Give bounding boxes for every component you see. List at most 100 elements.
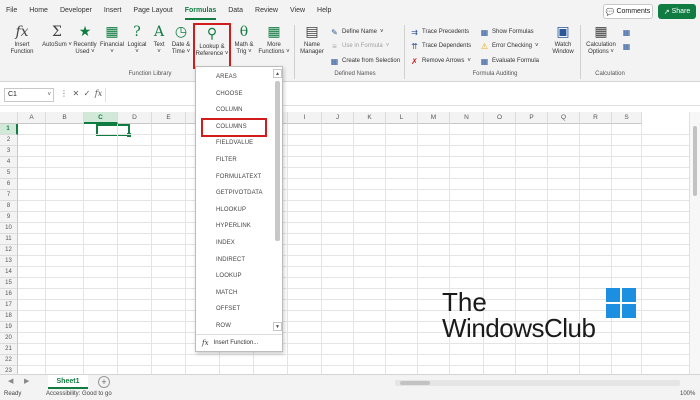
column-header[interactable]: S	[612, 112, 642, 124]
scrollbar-thumb[interactable]	[693, 126, 697, 196]
date-time-button[interactable]: ◷ Date & Time ˅	[170, 24, 192, 56]
logical-button[interactable]: ? Logical ˅	[126, 24, 148, 56]
row-header[interactable]: 18	[0, 311, 18, 322]
lookup-reference-button[interactable]: ⚲ Lookup & Reference ˅	[193, 23, 231, 69]
row-header[interactable]: 13	[0, 256, 18, 267]
status-zoom[interactable]: 100%	[680, 391, 695, 397]
create-from-selection-button[interactable]: ▦ Create from Selection	[330, 55, 400, 67]
calculation-options-button[interactable]: ▦ Calculation Options ˅	[583, 24, 619, 56]
row-header[interactable]: 16	[0, 289, 18, 300]
name-box[interactable]: C1 ˅	[4, 88, 54, 102]
row-header[interactable]: 7	[0, 190, 18, 201]
row-header[interactable]: 23	[0, 366, 18, 374]
calculate-now-button[interactable]: ▦	[622, 26, 631, 38]
row-header[interactable]: 11	[0, 234, 18, 245]
options-icon[interactable]: ⋮	[60, 89, 68, 98]
row-header[interactable]: 3	[0, 146, 18, 157]
tab-data[interactable]: Data	[222, 0, 249, 22]
function-menu-item[interactable]: AREAS	[196, 69, 272, 86]
column-header[interactable]: Q	[548, 112, 580, 124]
name-manager-button[interactable]: ▤ Name Manager	[298, 24, 326, 56]
scroll-down-icon[interactable]: ▼	[273, 322, 282, 331]
comments-button[interactable]: 💬 Comments	[603, 4, 653, 19]
row-header[interactable]: 12	[0, 245, 18, 256]
sheet-tab-sheet1[interactable]: Sheet1	[48, 375, 88, 389]
row-header[interactable]: 4	[0, 157, 18, 168]
function-menu-item[interactable]: COLUMNS	[201, 117, 267, 137]
dropdown-scroll-thumb[interactable]	[275, 81, 280, 241]
row-header[interactable]: 15	[0, 278, 18, 289]
calculate-sheet-button[interactable]: ▦	[622, 40, 631, 52]
horizontal-scrollbar[interactable]	[395, 380, 680, 386]
tab-review[interactable]: Review	[249, 0, 284, 22]
tab-help[interactable]: Help	[311, 0, 337, 22]
recently-used-button[interactable]: ★ Recently Used ˅	[72, 24, 98, 56]
function-menu-item[interactable]: INDIRECT	[196, 252, 272, 269]
function-menu-item[interactable]: FIELDVALUE	[196, 135, 272, 152]
function-menu-item[interactable]: LOOKUP	[196, 268, 272, 285]
row-header[interactable]: 17	[0, 300, 18, 311]
cancel-icon[interactable]: ✕	[72, 89, 79, 98]
row-header[interactable]: 9	[0, 212, 18, 223]
error-checking-button[interactable]: ⚠ Error Checking ˅	[480, 40, 539, 52]
column-header[interactable]: N	[450, 112, 484, 124]
more-functions-button[interactable]: ▦ More Functions ˅	[258, 24, 290, 56]
fx-icon[interactable]: fx	[95, 89, 102, 98]
function-menu-item[interactable]: FILTER	[196, 152, 272, 169]
function-menu-item[interactable]: HYPERLINK	[196, 218, 272, 235]
column-header[interactable]: A	[18, 112, 46, 124]
row-header[interactable]: 10	[0, 223, 18, 234]
row-header[interactable]: 20	[0, 333, 18, 344]
insert-function-button[interactable]: fx Insert Function	[6, 24, 38, 56]
row-header[interactable]: 21	[0, 344, 18, 355]
formula-input[interactable]	[105, 88, 695, 102]
tab-file[interactable]: File	[0, 0, 23, 22]
row-header[interactable]: 2	[0, 135, 18, 146]
tab-page-layout[interactable]: Page Layout	[127, 0, 178, 22]
next-sheet-icon[interactable]: ▶	[24, 377, 29, 385]
define-name-button[interactable]: ✎ Define Name ˅	[330, 26, 383, 38]
row-header[interactable]: 19	[0, 322, 18, 333]
dropdown-scrollbar[interactable]: ▲ ▼	[273, 69, 282, 331]
function-menu-item[interactable]: CHOOSE	[196, 86, 272, 103]
autosum-button[interactable]: Σ AutoSum ˅	[42, 24, 72, 49]
watch-window-button[interactable]: ▣ Watch Window	[548, 24, 578, 56]
column-header[interactable]: J	[322, 112, 354, 124]
function-menu-item[interactable]: INDEX	[196, 235, 272, 252]
horizontal-scroll-thumb[interactable]	[400, 381, 430, 385]
prev-sheet-icon[interactable]: ◀	[8, 377, 13, 385]
text-button[interactable]: A Text ˅	[150, 24, 168, 56]
tab-formulas[interactable]: Formulas	[179, 0, 223, 22]
row-header[interactable]: 22	[0, 355, 18, 366]
column-header[interactable]: I	[288, 112, 322, 124]
column-header[interactable]: K	[354, 112, 386, 124]
show-formulas-button[interactable]: ▦ Show Formulas	[480, 26, 534, 38]
row-header[interactable]: 8	[0, 201, 18, 212]
use-in-formula-button[interactable]: ≡ Use in Formula ˅	[330, 40, 389, 52]
column-header[interactable]: B	[46, 112, 84, 124]
column-header[interactable]: D	[118, 112, 152, 124]
select-all-corner[interactable]	[0, 112, 18, 124]
vertical-scrollbar[interactable]	[689, 112, 700, 374]
tab-view[interactable]: View	[284, 0, 311, 22]
tab-home[interactable]: Home	[23, 0, 54, 22]
column-header[interactable]: P	[516, 112, 548, 124]
evaluate-formula-button[interactable]: ▦ Evaluate Formula	[480, 55, 539, 67]
insert-function-menu-item[interactable]: fx Insert Function...	[202, 336, 258, 350]
function-menu-item[interactable]: MATCH	[196, 285, 272, 302]
row-header[interactable]: 14	[0, 267, 18, 278]
row-header[interactable]: 1	[0, 124, 18, 135]
share-button[interactable]: ↗ Share	[658, 4, 696, 19]
tab-developer[interactable]: Developer	[54, 0, 98, 22]
trace-dependents-button[interactable]: ⇈ Trace Dependents	[410, 40, 471, 52]
function-menu-item[interactable]: COLUMN	[196, 102, 272, 119]
column-header[interactable]: R	[580, 112, 612, 124]
function-menu-item[interactable]: FORMULATEXT	[196, 169, 272, 186]
status-accessibility[interactable]: Accessibility: Good to go	[46, 391, 112, 397]
row-header[interactable]: 6	[0, 179, 18, 190]
tab-insert[interactable]: Insert	[98, 0, 128, 22]
column-header[interactable]: E	[152, 112, 186, 124]
add-sheet-icon[interactable]: +	[98, 376, 110, 388]
column-header[interactable]: O	[484, 112, 516, 124]
math-trig-button[interactable]: θ Math & Trig ˅	[232, 24, 256, 56]
